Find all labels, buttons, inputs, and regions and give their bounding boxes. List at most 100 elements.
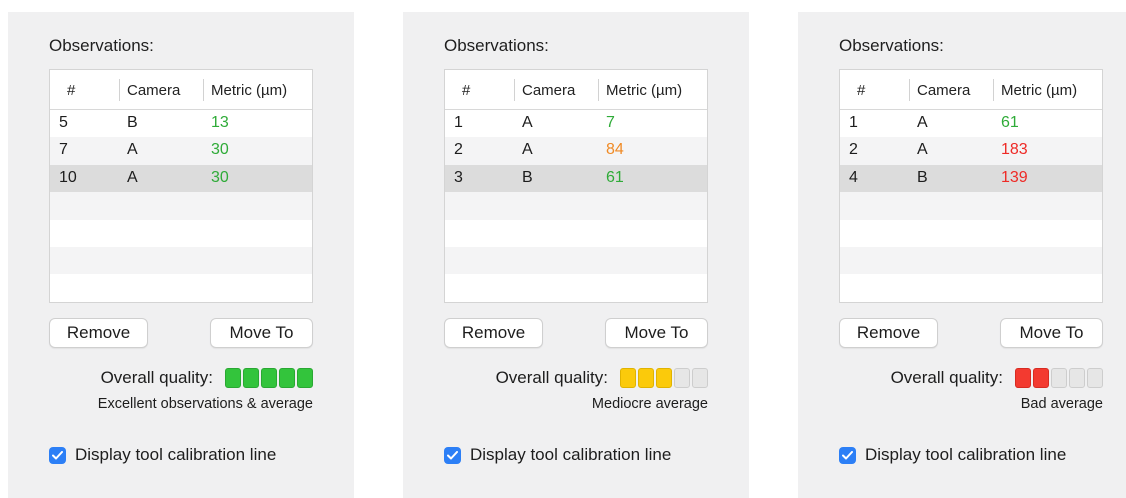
quality-caption: Bad average: [1020, 396, 1103, 412]
empty-row: [445, 220, 707, 247]
row-camera: A: [127, 141, 138, 159]
row-number: 1: [454, 114, 463, 131]
column-header-camera[interactable]: Camera: [917, 82, 970, 99]
table-row[interactable]: 5 B 13: [50, 110, 312, 137]
panel-title: Observations:: [444, 36, 549, 55]
checkbox-checked-icon[interactable]: [49, 446, 66, 464]
column-header-metric[interactable]: Metric (µm): [1001, 82, 1077, 99]
quality-caption: Mediocre average: [591, 396, 708, 412]
row-camera: A: [127, 168, 138, 186]
row-number: 10: [59, 168, 77, 186]
row-metric: 61: [606, 168, 624, 186]
quality-caption: Excellent observations & average: [97, 396, 313, 412]
row-camera: A: [917, 114, 928, 131]
empty-row: [50, 274, 312, 301]
quality-segment-filled: [656, 368, 672, 388]
row-number: 3: [454, 168, 463, 186]
remove-button[interactable]: Remove: [444, 318, 543, 348]
quality-segment-filled: [243, 368, 259, 388]
row-camera: B: [917, 168, 928, 186]
observations-table[interactable]: # Camera Metric (µm) 1 A 7 2 A 84 3 B 61: [444, 69, 708, 303]
column-separator: [598, 79, 599, 101]
row-metric: 30: [211, 168, 229, 186]
table-row-selected[interactable]: 3 B 61: [445, 164, 707, 193]
checkbox-label: Display tool calibration line: [75, 445, 277, 464]
empty-row: [840, 220, 1102, 247]
table-row[interactable]: 1 A 61: [840, 110, 1102, 137]
row-camera: A: [917, 141, 928, 159]
empty-row: [840, 192, 1102, 220]
quality-segment-empty: [1087, 368, 1103, 388]
quality-meter: [1015, 368, 1103, 388]
move-to-button[interactable]: Move To: [605, 318, 708, 348]
table-row-selected[interactable]: 4 B 139: [840, 164, 1102, 193]
quality-label: Overall quality:: [495, 368, 608, 387]
column-header-number[interactable]: #: [857, 82, 865, 99]
empty-row: [445, 246, 707, 275]
calibration-line-checkbox[interactable]: Display tool calibration line: [49, 445, 276, 465]
column-separator: [993, 79, 994, 101]
empty-row: [840, 246, 1102, 275]
remove-button[interactable]: Remove: [49, 318, 148, 348]
quality-segment-filled: [297, 368, 313, 388]
table-row[interactable]: 7 A 30: [50, 137, 312, 165]
row-camera: A: [522, 114, 533, 131]
empty-row: [50, 192, 312, 220]
quality-label: Overall quality:: [100, 368, 213, 387]
quality-label: Overall quality:: [890, 368, 1003, 387]
column-header-number[interactable]: #: [462, 82, 470, 99]
row-metric: 84: [606, 141, 624, 159]
calibration-line-checkbox[interactable]: Display tool calibration line: [444, 445, 671, 465]
column-header-camera[interactable]: Camera: [522, 82, 575, 99]
row-camera: A: [522, 141, 533, 159]
quality-meter: [225, 368, 313, 388]
row-metric: 7: [606, 114, 615, 131]
row-number: 2: [849, 141, 858, 159]
row-number: 7: [59, 141, 68, 159]
row-metric: 13: [211, 114, 229, 131]
row-number: 1: [849, 114, 858, 131]
empty-row: [50, 220, 312, 247]
checkbox-label: Display tool calibration line: [470, 445, 672, 464]
column-separator: [909, 79, 910, 101]
row-metric: 30: [211, 141, 229, 159]
quality-segment-filled: [279, 368, 295, 388]
observations-table[interactable]: # Camera Metric (µm) 1 A 61 2 A 183 4 B …: [839, 69, 1103, 303]
checkbox-checked-icon[interactable]: [444, 446, 461, 464]
checkbox-label: Display tool calibration line: [865, 445, 1067, 464]
quality-segment-empty: [1051, 368, 1067, 388]
observations-table[interactable]: # Camera Metric (µm) 5 B 13 7 A 30 10 A …: [49, 69, 313, 303]
overall-quality: Overall quality:: [101, 366, 313, 390]
quality-segment-empty: [1069, 368, 1085, 388]
calibration-line-checkbox[interactable]: Display tool calibration line: [839, 445, 1066, 465]
column-header-camera[interactable]: Camera: [127, 82, 180, 99]
panel-title: Observations:: [839, 36, 944, 55]
column-header-number[interactable]: #: [67, 82, 75, 99]
quality-segment-filled: [638, 368, 654, 388]
empty-row: [445, 192, 707, 220]
quality-segment-filled: [1015, 368, 1031, 388]
move-to-button[interactable]: Move To: [1000, 318, 1103, 348]
table-row-selected[interactable]: 10 A 30: [50, 164, 312, 193]
checkbox-checked-icon[interactable]: [839, 446, 856, 464]
column-header-metric[interactable]: Metric (µm): [211, 82, 287, 99]
table-row[interactable]: 1 A 7: [445, 110, 707, 137]
quality-segment-filled: [1033, 368, 1049, 388]
move-to-button[interactable]: Move To: [210, 318, 313, 348]
remove-button[interactable]: Remove: [839, 318, 938, 348]
column-header-metric[interactable]: Metric (µm): [606, 82, 682, 99]
row-number: 4: [849, 168, 858, 186]
table-row[interactable]: 2 A 183: [840, 137, 1102, 165]
overall-quality: Overall quality:: [496, 366, 708, 390]
table-row[interactable]: 2 A 84: [445, 137, 707, 165]
empty-row: [50, 246, 312, 275]
quality-segment-filled: [225, 368, 241, 388]
overall-quality: Overall quality:: [891, 366, 1103, 390]
quality-segment-empty: [674, 368, 690, 388]
quality-segment-filled: [261, 368, 277, 388]
row-number: 2: [454, 141, 463, 159]
table-header: # Camera Metric (µm): [445, 70, 707, 110]
row-number: 5: [59, 114, 68, 131]
row-camera: B: [127, 114, 138, 131]
column-separator: [203, 79, 204, 101]
